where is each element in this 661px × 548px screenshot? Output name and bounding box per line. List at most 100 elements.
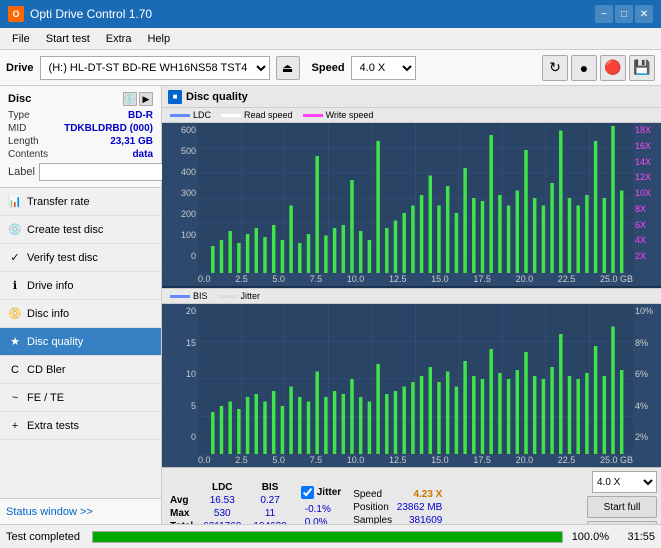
position-row: Position 23862 MB bbox=[353, 502, 442, 513]
disc-icon-btn2[interactable]: ▶ bbox=[139, 92, 153, 106]
chart-title: Disc quality bbox=[186, 91, 248, 103]
legend-jitter-label: Jitter bbox=[241, 291, 261, 301]
sidebar-item-transfer-rate[interactable]: 📊 Transfer rate bbox=[0, 188, 161, 216]
samples-label: Samples bbox=[353, 515, 392, 525]
legend-read-speed: Read speed bbox=[221, 110, 293, 120]
menu-start-test[interactable]: Start test bbox=[38, 31, 98, 47]
sidebar-item-drive-info[interactable]: ℹ Drive info bbox=[0, 272, 161, 300]
disc-type-label: Type bbox=[8, 110, 30, 121]
menu-file[interactable]: File bbox=[4, 31, 38, 47]
speed-select[interactable]: 4.0 X bbox=[351, 56, 416, 80]
top-chart-y-axis: 600 500 400 300 200 100 0 bbox=[162, 123, 198, 273]
sidebar-item-create-test-disc[interactable]: 💿 Create test disc bbox=[0, 216, 161, 244]
disc-length-row: Length 23,31 GB bbox=[8, 136, 153, 147]
samples-row: Samples 381609 bbox=[353, 515, 442, 525]
disc-contents-label: Contents bbox=[8, 149, 48, 160]
disc-title: Disc bbox=[8, 93, 31, 105]
sidebar-item-verify-test-disc[interactable]: ✓ Verify test disc bbox=[0, 244, 161, 272]
sidebar-item-fe-te[interactable]: ~ FE / TE bbox=[0, 384, 161, 412]
fe-te-icon: ~ bbox=[8, 391, 22, 405]
title-bar-controls: − □ ✕ bbox=[595, 5, 653, 23]
progress-text: 100.0% bbox=[569, 531, 609, 543]
bottom-chart-y-right: 10% 8% 6% 4% 2% bbox=[633, 304, 661, 454]
stats-ldc-header: LDC bbox=[197, 481, 247, 494]
stats-max-ldc: 530 bbox=[197, 507, 247, 520]
title-bar: O Opti Drive Control 1.70 − □ ✕ bbox=[0, 0, 661, 28]
charts-container: 600 500 400 300 200 100 0 bbox=[162, 123, 661, 524]
speed-row: Speed 4.23 X bbox=[353, 489, 442, 500]
sidebar-item-create-test-disc-label: Create test disc bbox=[27, 224, 103, 236]
status-text: Test completed bbox=[6, 531, 86, 543]
speed-stat-label: Speed bbox=[353, 489, 382, 500]
toolbar-btn-1[interactable]: ↻ bbox=[542, 55, 568, 81]
stats-total-ldc: 6311768 bbox=[197, 520, 247, 524]
minimize-button[interactable]: − bbox=[595, 5, 613, 23]
disc-label-label: Label bbox=[8, 166, 35, 178]
legend-ldc-label: LDC bbox=[193, 110, 211, 120]
drive-label: Drive bbox=[6, 62, 34, 74]
drive-select[interactable]: (H:) HL-DT-ST BD-RE WH16NS58 TST4 bbox=[40, 56, 270, 80]
app-icon: O bbox=[8, 6, 24, 22]
top-chart-svg bbox=[198, 123, 633, 273]
toolbar-btn-3[interactable]: 🔴 bbox=[600, 55, 626, 81]
app-title: Opti Drive Control 1.70 bbox=[30, 7, 152, 21]
sidebar-item-drive-info-label: Drive info bbox=[27, 280, 73, 292]
stats-panel: LDC BIS Avg 16.53 0.27 Max 530 11 Tota bbox=[162, 467, 661, 524]
menu-extra[interactable]: Extra bbox=[98, 31, 140, 47]
disc-icons: 💿 ▶ bbox=[123, 92, 153, 106]
maximize-button[interactable]: □ bbox=[615, 5, 633, 23]
legend-read-speed-color bbox=[221, 114, 241, 117]
toolbar-icons: ↻ ● 🔴 💾 bbox=[542, 55, 655, 81]
stats-max-label: Max bbox=[166, 507, 197, 520]
main-layout: Disc 💿 ▶ Type BD-R MID TDKBLDRBD (000) L… bbox=[0, 86, 661, 524]
sidebar-item-disc-quality-label: Disc quality bbox=[27, 336, 83, 348]
top-chart-x-axis: 0.0 2.5 5.0 7.5 10.0 12.5 15.0 17.5 20.0… bbox=[162, 273, 661, 286]
sidebar-item-extra-tests[interactable]: + Extra tests bbox=[0, 412, 161, 440]
eject-button[interactable]: ⏏ bbox=[276, 56, 300, 80]
sidebar-item-verify-test-disc-label: Verify test disc bbox=[27, 252, 98, 264]
nav-items: 📊 Transfer rate 💿 Create test disc ✓ Ver… bbox=[0, 188, 161, 498]
sidebar-item-cd-bler[interactable]: C CD Bler bbox=[0, 356, 161, 384]
chart-legend-top: LDC Read speed Write speed bbox=[162, 108, 661, 123]
toolbar-btn-4[interactable]: 💾 bbox=[629, 55, 655, 81]
disc-mid-row: MID TDKBLDRBD (000) bbox=[8, 123, 153, 134]
top-chart-y-right: 18X 16X 14X 12X 10X 8X 6X 4X 2X bbox=[633, 123, 661, 273]
drive-bar: Drive (H:) HL-DT-ST BD-RE WH16NS58 TST4 … bbox=[0, 50, 661, 86]
verify-test-disc-icon: ✓ bbox=[8, 251, 22, 265]
progress-bar-fill bbox=[93, 532, 562, 542]
disc-label-row: Label 🔍 bbox=[8, 163, 153, 181]
jitter-label: Jitter bbox=[317, 487, 341, 498]
extra-tests-icon: + bbox=[8, 419, 22, 433]
close-button[interactable]: ✕ bbox=[635, 5, 653, 23]
sidebar-item-disc-info-label: Disc info bbox=[27, 308, 69, 320]
sidebar-item-disc-info[interactable]: 📀 Disc info bbox=[0, 300, 161, 328]
stats-max-bis: 11 bbox=[247, 507, 292, 520]
disc-length-label: Length bbox=[8, 136, 39, 147]
legend-write-speed-color bbox=[303, 114, 323, 117]
legend-ldc: LDC bbox=[170, 110, 211, 120]
stats-total-label: Total bbox=[166, 520, 197, 524]
top-chart-body bbox=[198, 123, 633, 273]
legend-jitter-color bbox=[218, 295, 238, 298]
sidebar-item-disc-quality[interactable]: ★ Disc quality bbox=[0, 328, 161, 356]
jitter-checkbox[interactable] bbox=[301, 486, 314, 499]
stats-table: LDC BIS Avg 16.53 0.27 Max 530 11 Tota bbox=[166, 481, 293, 524]
menu-help[interactable]: Help bbox=[139, 31, 178, 47]
toolbar-btn-2[interactable]: ● bbox=[571, 55, 597, 81]
legend-bis-color bbox=[170, 295, 190, 298]
jitter-checkbox-row: Jitter bbox=[301, 486, 341, 499]
disc-header: Disc 💿 ▶ bbox=[8, 92, 153, 106]
speed-action-select[interactable]: 4.0 X bbox=[592, 471, 657, 493]
speed-pos-section: Speed 4.23 X Position 23862 MB Samples 3… bbox=[349, 489, 446, 525]
bottom-chart-with-axes: 20 15 10 5 0 bbox=[162, 304, 661, 454]
jitter-section: Jitter -0.1% 0.0% bbox=[297, 486, 345, 525]
status-window-label: Status window >> bbox=[6, 506, 93, 518]
disc-icon-btn1[interactable]: 💿 bbox=[123, 92, 137, 106]
disc-label-input[interactable] bbox=[39, 163, 177, 181]
status-window-button[interactable]: Status window >> bbox=[0, 498, 161, 524]
drive-info-icon: ℹ bbox=[8, 279, 22, 293]
action-section: 4.0 X Start full Start part bbox=[587, 471, 657, 524]
start-full-button[interactable]: Start full bbox=[587, 496, 657, 518]
position-label: Position bbox=[353, 502, 389, 513]
stats-avg-ldc: 16.53 bbox=[197, 494, 247, 507]
